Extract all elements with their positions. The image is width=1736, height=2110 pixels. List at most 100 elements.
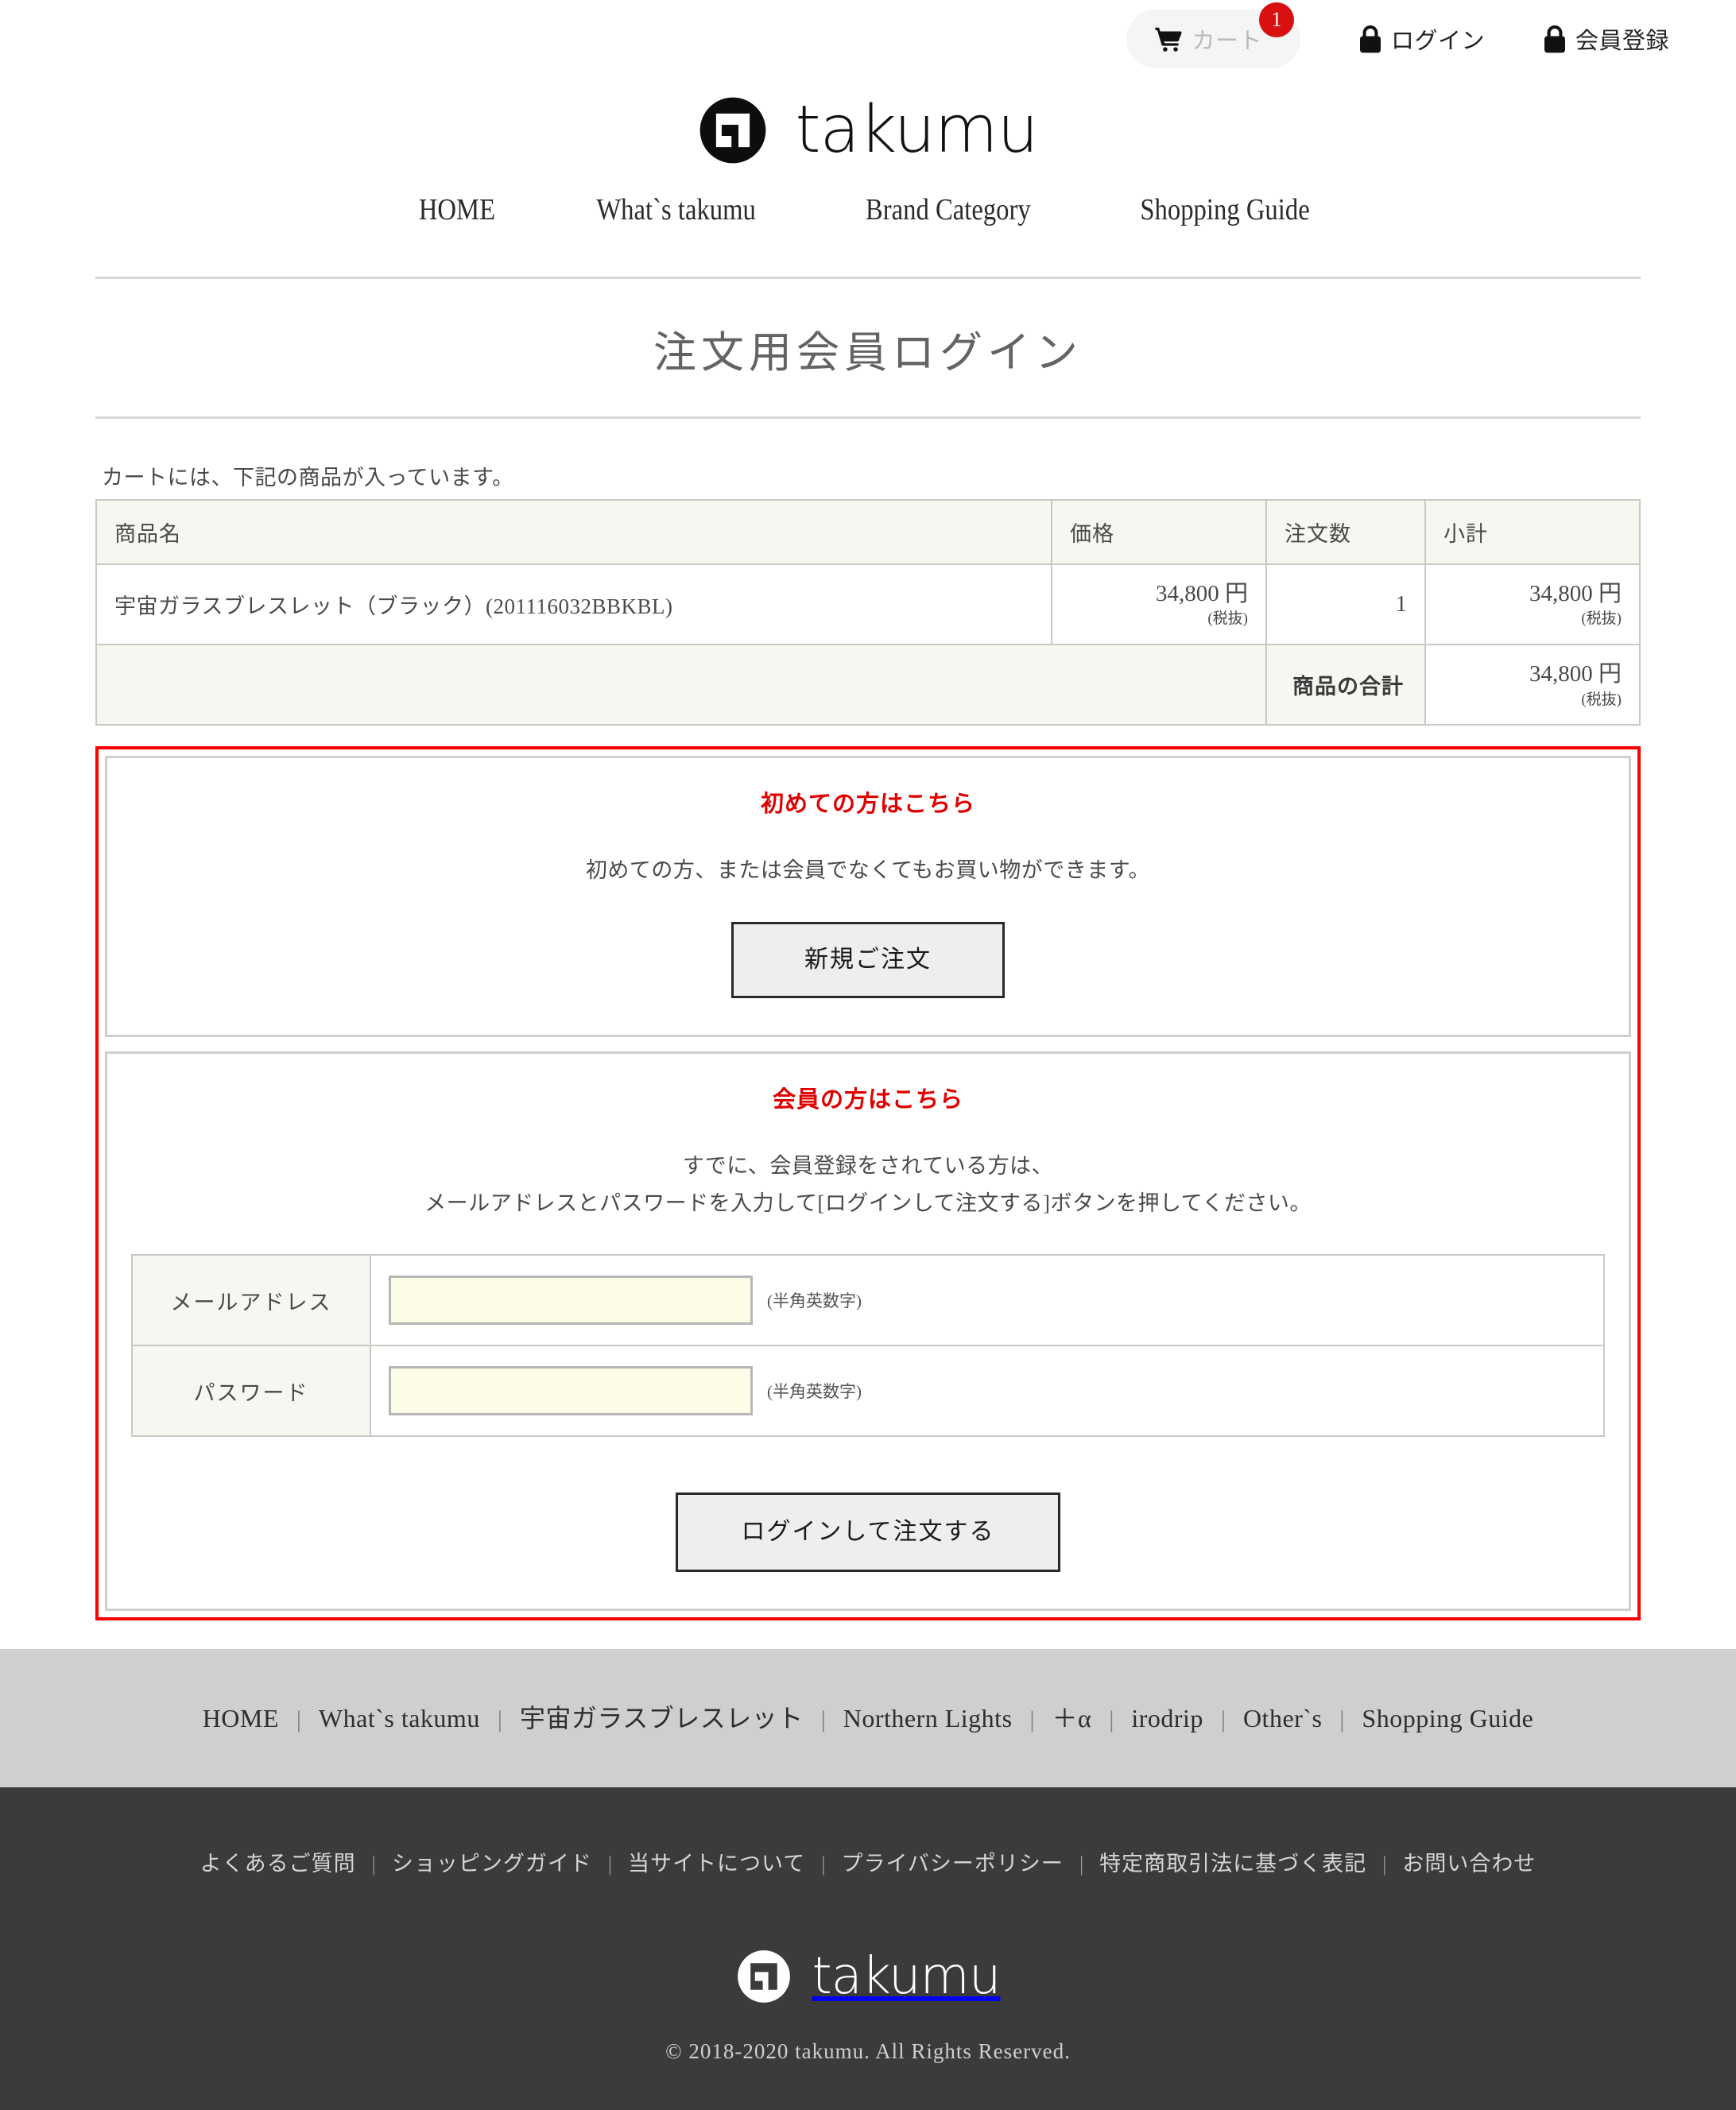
footer-link-separator: | (371, 1853, 376, 1876)
nav-item-whats-takumu[interactable]: What`s takumu (597, 192, 757, 227)
footer-nav-separator: | (1339, 1706, 1345, 1733)
new-order-button[interactable]: 新規ご注文 (731, 921, 1005, 998)
password-field-label: パスワード (131, 1345, 371, 1438)
login-and-order-button[interactable]: ログインして注文する (676, 1492, 1060, 1573)
cart-cell-product-name: 宇宙ガラスブレスレット（ブラック）(201116032BBKBL) (95, 563, 1052, 646)
footer-nav-plus-alpha[interactable]: ＋α (1052, 1704, 1092, 1733)
cart-total-label: 商品の合計 (1265, 644, 1426, 726)
footer-nav-home[interactable]: HOME (203, 1704, 279, 1733)
nav-item-home[interactable]: HOME (418, 192, 494, 227)
footer-nav-separator: | (1220, 1706, 1226, 1733)
member-panel-heading: 会員の方はこちら (772, 1086, 963, 1113)
cart-header-product: 商品名 (95, 499, 1052, 565)
cart-header-quantity: 注文数 (1265, 499, 1426, 565)
register-label: 会員登録 (1575, 29, 1669, 54)
footer-logo-link[interactable]: takumu (0, 1949, 1736, 2004)
page-title: 注文用会員ログイン (653, 329, 1083, 377)
nav-item-shopping-guide[interactable]: Shopping Guide (1141, 192, 1310, 227)
footer-nav-separator: | (820, 1706, 826, 1733)
footer-nav-separator: | (1109, 1706, 1114, 1733)
footer-nav-shopping-guide[interactable]: Shopping Guide (1362, 1704, 1533, 1733)
password-field-hint: (半角英数字) (767, 1382, 862, 1402)
copyright-text: © 2018-2020 takumu. All Rights Reserved. (665, 2039, 1071, 2064)
footer-category-nav: HOME | What`s takumu | 宇宙ガラスブレスレット | Nor… (0, 1649, 1736, 1788)
table-row: 宇宙ガラスブレスレット（ブラック）(201116032BBKBL) 34,800… (95, 563, 1641, 646)
footer-nav-separator: | (1029, 1706, 1035, 1733)
footer-link-faq[interactable]: よくあるご質問 (200, 1852, 356, 1876)
password-field-wrapper: (半角英数字) (389, 1366, 1603, 1416)
top-utility-bar: カート 1 ログイン 会員登録 (0, 0, 1736, 78)
brand-name: takumu (795, 92, 1038, 168)
nav-item-brand-category[interactable]: Brand Category (866, 192, 1031, 227)
login-form-table: メールアドレス (半角英数字) パスワード (半角英数字) (131, 1254, 1605, 1438)
footer-nav-whats-takumu[interactable]: What`s takumu (319, 1704, 480, 1733)
footer-link-legal-notice[interactable]: 特定商取引法に基づく表記 (1099, 1852, 1366, 1876)
footer-link-privacy-policy[interactable]: プライバシーポリシー (841, 1852, 1063, 1876)
login-form-body: メールアドレス (半角英数字) パスワード (半角英数字) (131, 1254, 1605, 1438)
cart-quantity-value: 1 (1395, 590, 1408, 617)
lock-icon (1542, 24, 1567, 54)
guest-checkout-panel: 初めての方はこちら 初めての方、または会員でなくてもお買い物ができます。 新規ご… (105, 756, 1631, 1037)
member-login-panel: 会員の方はこちら すでに、会員登録をされている方は、 メールアドレスとパスワード… (105, 1051, 1631, 1612)
password-input[interactable] (389, 1366, 753, 1416)
site-logo-link[interactable]: takumu (698, 92, 1039, 168)
cart-total-tax-note: (税抜) (1581, 691, 1622, 708)
footer-link-about-site[interactable]: 当サイトについて (628, 1852, 805, 1876)
email-field-row: メールアドレス (半角英数字) (131, 1254, 1605, 1347)
cart-price-value: 34,800 円 (1155, 581, 1248, 606)
cart-total-value-cell: 34,800 円 (税抜) (1424, 644, 1641, 726)
footer-nav-space-glass-bracelet[interactable]: 宇宙ガラスブレスレット (520, 1704, 804, 1733)
footer-link-separator: | (821, 1853, 826, 1876)
cart-total-spacer (95, 644, 1267, 726)
cart-icon (1153, 26, 1184, 52)
password-field-cell: (半角英数字) (370, 1345, 1605, 1438)
cart-header-row: 商品名 価格 注文数 小計 (95, 499, 1641, 565)
main-navigation: HOME What`s takumu Brand Category Shoppi… (0, 192, 1736, 277)
cart-label: カート (1192, 29, 1262, 54)
cart-table-body: 宇宙ガラスブレスレット（ブラック）(201116032BBKBL) 34,800… (95, 563, 1641, 726)
cart-total-value: 34,800 円 (1529, 661, 1622, 687)
footer-nav-separator: | (497, 1706, 502, 1733)
cart-table: 商品名 価格 注文数 小計 宇宙ガラスブレスレット（ブラック）(20111603… (95, 499, 1641, 726)
footer-nav-others[interactable]: Other`s (1243, 1704, 1322, 1733)
login-button[interactable]: ログイン (1358, 22, 1485, 56)
footer-nav-irodrip[interactable]: irodrip (1131, 1704, 1203, 1733)
page-container: 注文用会員ログイン カートには、下記の商品が入っています。 商品名 価格 注文数… (95, 277, 1641, 1621)
cart-price-tax-note: (税抜) (1207, 610, 1248, 628)
email-field-wrapper: (半角英数字) (389, 1276, 1603, 1326)
cart-button[interactable]: カート 1 (1126, 2, 1300, 68)
cart-header-price: 価格 (1051, 499, 1267, 565)
site-footer: よくあるご質問 | ショッピングガイド | 当サイトについて | プライバシーポ… (0, 1787, 1736, 2110)
email-field-hint: (半角英数字) (767, 1291, 862, 1311)
takumu-spiral-logo-icon (736, 1949, 792, 2004)
cart-cell-quantity: 1 (1265, 563, 1426, 646)
member-panel-description: すでに、会員登録をされている方は、 メールアドレスとパスワードを入力して[ログイ… (131, 1148, 1605, 1223)
cart-subtotal-value: 34,800 円 (1529, 581, 1622, 606)
email-field-label: メールアドレス (131, 1254, 371, 1347)
footer-link-shopping-guide[interactable]: ショッピングガイド (392, 1852, 592, 1876)
footer-nav-northern-lights[interactable]: Northern Lights (843, 1704, 1013, 1733)
footer-brand-name: takumu (812, 1947, 1002, 2007)
footer-link-separator: | (1079, 1853, 1084, 1876)
cart-cell-subtotal: 34,800 円 (税抜) (1424, 563, 1641, 646)
cart-header-subtotal: 小計 (1424, 499, 1641, 565)
checkout-options-box: 初めての方はこちら 初めての方、または会員でなくてもお買い物ができます。 新規ご… (95, 746, 1641, 1621)
guest-panel-description: 初めての方、または会員でなくてもお買い物ができます。 (585, 858, 1151, 883)
footer-link-separator: | (1382, 1853, 1387, 1876)
member-description-line-1: すでに、会員登録をされている方は、 (682, 1153, 1054, 1178)
footer-link-contact[interactable]: お問い合わせ (1402, 1852, 1536, 1876)
takumu-spiral-logo-icon (698, 95, 768, 165)
register-button[interactable]: 会員登録 (1542, 22, 1669, 56)
cart-total-row: 商品の合計 34,800 円 (税抜) (95, 644, 1641, 726)
email-input[interactable] (389, 1276, 753, 1326)
footer-info-links: よくあるご質問 | ショッピングガイド | 当サイトについて | プライバシーポ… (0, 1846, 1736, 1877)
footer-link-separator: | (607, 1853, 613, 1876)
login-label: ログイン (1390, 29, 1485, 54)
lock-icon (1358, 24, 1383, 54)
guest-panel-heading: 初めての方はこちら (760, 792, 975, 818)
guest-button-row: 新規ご注文 (131, 921, 1605, 998)
site-logo-area: takumu (0, 78, 1736, 192)
member-description-line-2: メールアドレスとパスワードを入力して[ログインして注文する]ボタンを押してくださ… (424, 1191, 1312, 1215)
cart-cell-price: 34,800 円 (税抜) (1051, 563, 1267, 646)
cart-subtotal-tax-note: (税抜) (1581, 610, 1622, 628)
